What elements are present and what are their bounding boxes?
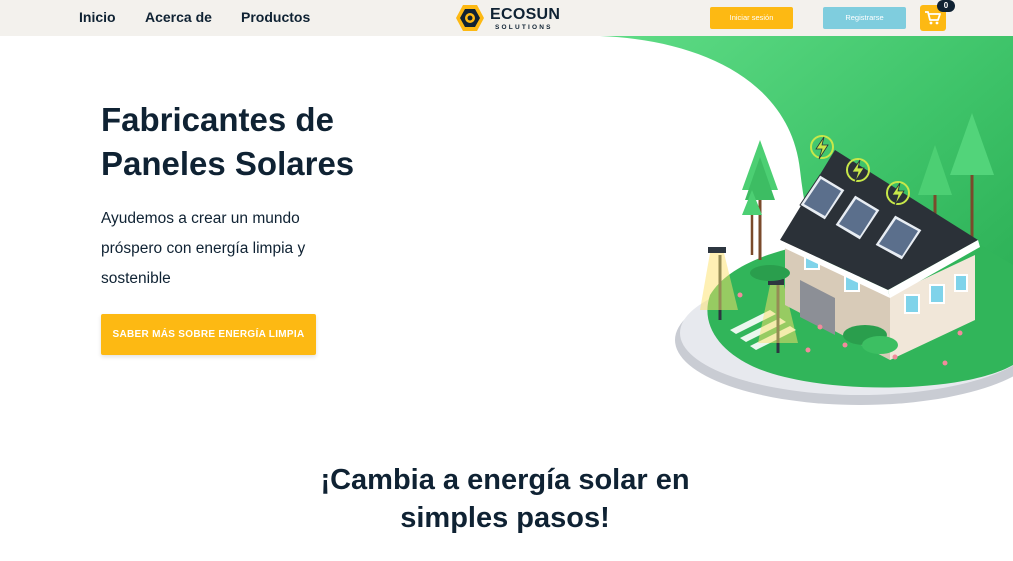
logo-name: ECOSUN xyxy=(490,6,561,23)
login-button[interactable]: Iniciar sesión xyxy=(710,7,793,29)
nav-link-acerca[interactable]: Acerca de xyxy=(145,9,212,25)
learn-more-button[interactable]: SABER MÁS SOBRE ENERGÍA LIMPIA xyxy=(101,314,316,355)
navbar: Inicio Acerca de Productos ECOSUN SOLUTI… xyxy=(0,0,1013,36)
nav-link-inicio[interactable]: Inicio xyxy=(79,9,116,25)
register-button[interactable]: Registrarse xyxy=(823,7,906,29)
shopping-cart-icon xyxy=(925,11,941,25)
solar-house-illustration xyxy=(675,113,1013,405)
cart-count-badge: 0 xyxy=(937,0,955,12)
sun-gear-icon xyxy=(456,5,484,31)
page: Inicio Acerca de Productos ECOSUN SOLUTI… xyxy=(0,0,1013,561)
steps-section-title: ¡Cambia a energía solar en simples pasos… xyxy=(320,464,690,534)
nav-link-productos[interactable]: Productos xyxy=(241,9,310,25)
logo[interactable]: ECOSUN SOLUTIONS xyxy=(455,4,565,32)
hero-title: Fabricantes de Paneles Solares xyxy=(101,101,355,182)
logo-tagline: SOLUTIONS xyxy=(495,24,553,31)
hero-subtitle: Ayudemos a crear un mundo próspero con e… xyxy=(101,210,306,287)
